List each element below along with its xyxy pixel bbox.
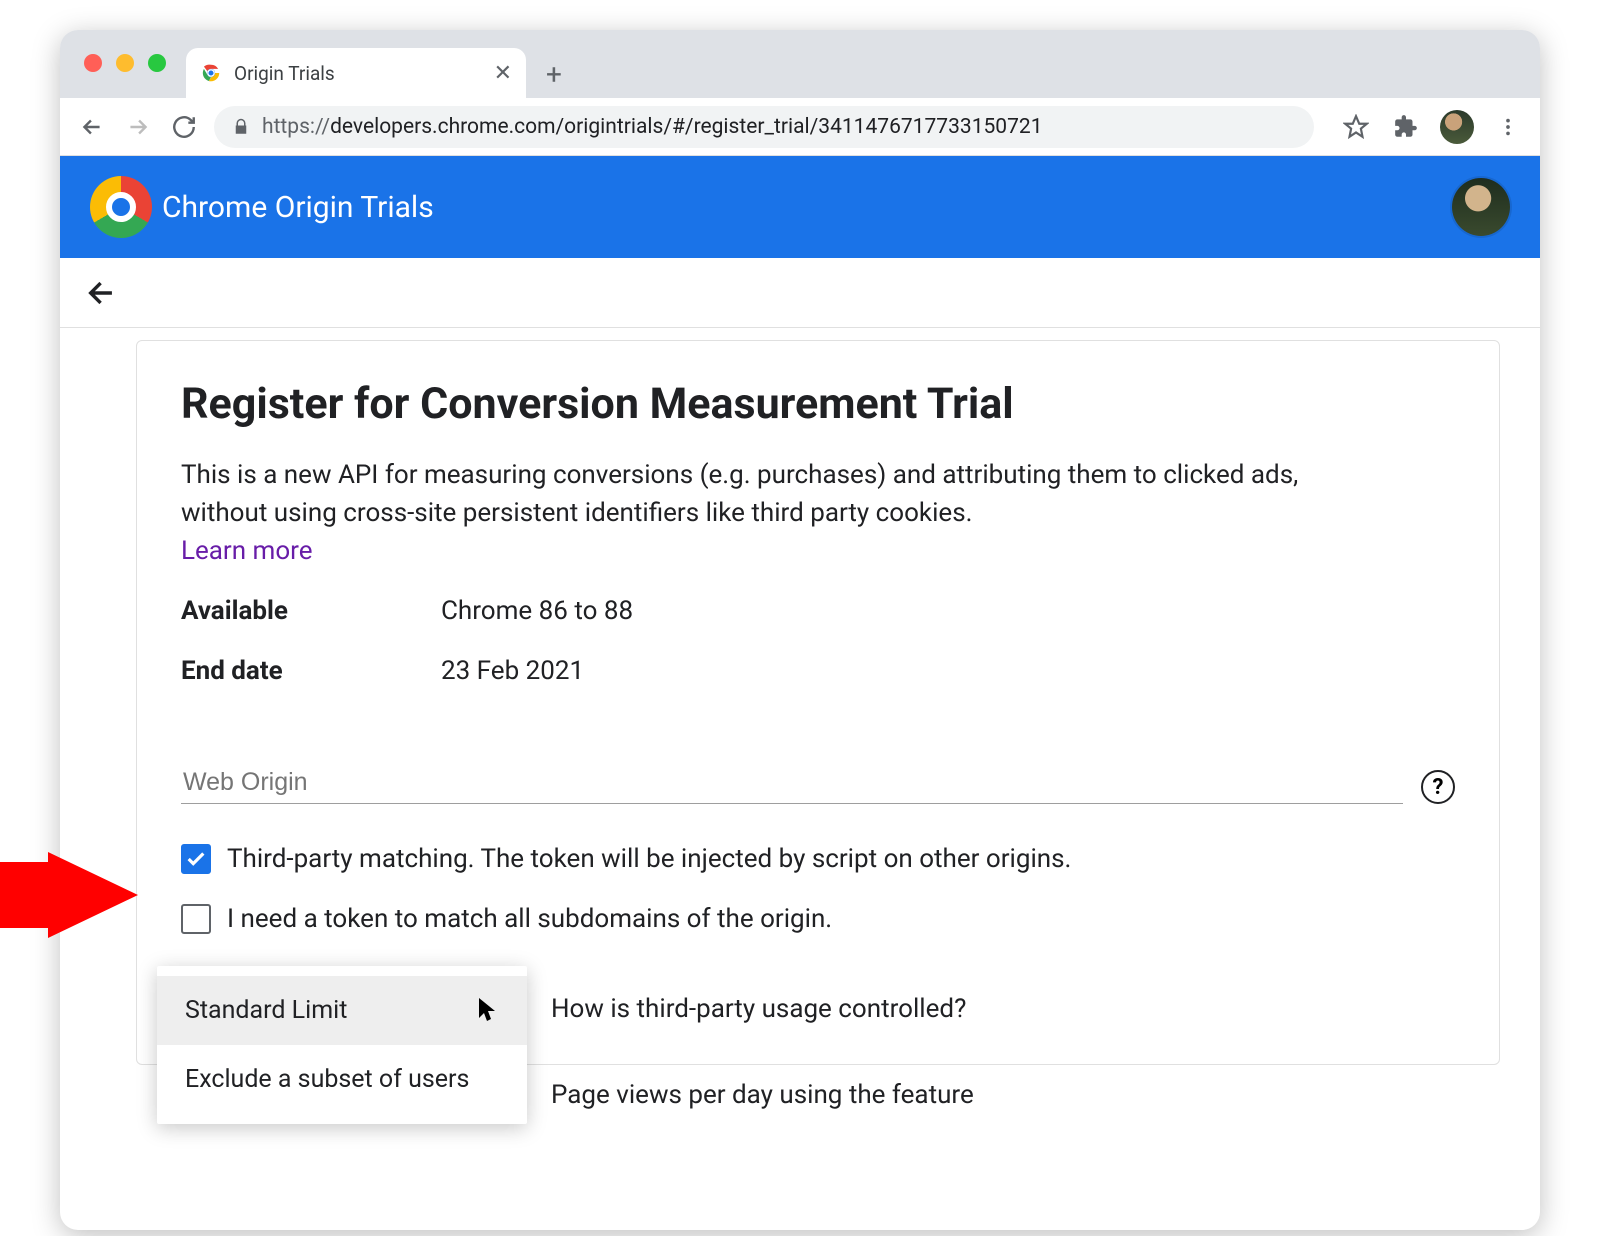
user-avatar[interactable] — [1452, 178, 1510, 236]
tab-strip: Origin Trials ✕ + — [60, 30, 1540, 98]
tab-title: Origin Trials — [234, 62, 482, 85]
dropdown-option-exclude[interactable]: Exclude a subset of users — [157, 1045, 527, 1114]
reload-button[interactable] — [168, 111, 200, 143]
profile-avatar[interactable] — [1440, 110, 1474, 144]
app-title: Chrome Origin Trials — [162, 190, 434, 225]
available-value: Chrome 86 to 88 — [441, 596, 633, 626]
web-origin-input[interactable] — [181, 762, 1403, 804]
chrome-favicon-icon — [200, 62, 222, 84]
usage-detail-label: Page views per day using the feature — [551, 1080, 974, 1110]
close-window-button[interactable] — [84, 54, 102, 72]
dropdown-option-standard[interactable]: Standard Limit — [157, 976, 527, 1045]
available-label: Available — [181, 596, 441, 626]
end-date-label: End date — [181, 656, 441, 686]
browser-tab[interactable]: Origin Trials ✕ — [186, 48, 526, 98]
app-header: Chrome Origin Trials — [60, 156, 1540, 258]
help-icon[interactable]: ? — [1421, 770, 1455, 804]
browser-window: Origin Trials ✕ + https://developers.chr… — [60, 30, 1540, 1230]
learn-more-link[interactable]: Learn more — [181, 536, 1455, 566]
menu-icon[interactable] — [1492, 111, 1524, 143]
thirdparty-checkbox-label: Third-party matching. The token will be … — [227, 844, 1071, 874]
end-date-value: 23 Feb 2021 — [441, 656, 584, 686]
usage-question-label: How is third-party usage controlled? — [551, 994, 966, 1024]
cursor-icon — [479, 998, 497, 1024]
lock-icon — [232, 118, 250, 136]
thirdparty-checkbox[interactable] — [181, 844, 211, 874]
chrome-logo-icon — [90, 176, 152, 238]
back-button[interactable] — [76, 111, 108, 143]
close-tab-icon[interactable]: ✕ — [494, 61, 512, 86]
window-controls — [84, 54, 166, 72]
subdomains-checkbox-label: I need a token to match all subdomains o… — [227, 904, 832, 934]
page-title: Register for Conversion Measurement Tria… — [181, 379, 1455, 429]
minimize-window-button[interactable] — [116, 54, 134, 72]
sub-header — [60, 258, 1540, 328]
extensions-icon[interactable] — [1390, 111, 1422, 143]
page-back-button[interactable] — [82, 273, 122, 313]
address-bar[interactable]: https://developers.chrome.com/origintria… — [214, 106, 1314, 148]
registration-card: Register for Conversion Measurement Tria… — [136, 340, 1500, 1065]
page-description: This is a new API for measuring conversi… — [181, 457, 1341, 532]
annotation-arrow — [0, 852, 138, 938]
bookmark-star-icon[interactable] — [1340, 111, 1372, 143]
browser-toolbar: https://developers.chrome.com/origintria… — [60, 98, 1540, 156]
forward-button[interactable] — [122, 111, 154, 143]
usage-limit-dropdown[interactable]: Standard Limit Exclude a subset of users — [157, 966, 527, 1124]
maximize-window-button[interactable] — [148, 54, 166, 72]
url-text: https://developers.chrome.com/origintria… — [262, 115, 1043, 139]
subdomains-checkbox[interactable] — [181, 904, 211, 934]
new-tab-button[interactable]: + — [534, 54, 574, 94]
